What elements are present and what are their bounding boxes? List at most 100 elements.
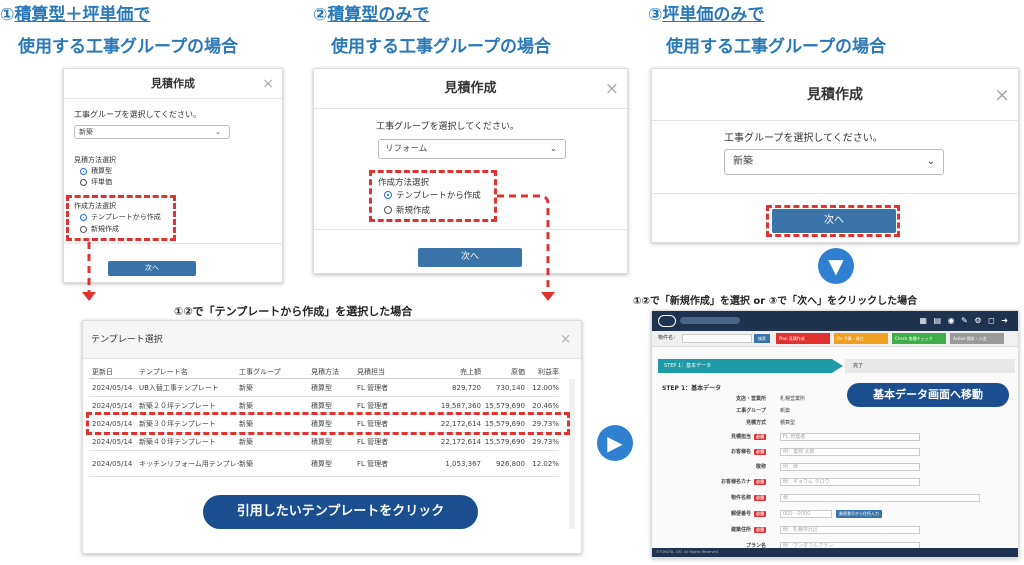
close-icon[interactable]: × [560,321,571,359]
form-row: 建築住所 必須 例：札幌市北区 [660,525,920,534]
col-header: テンプレート名 [139,367,188,376]
cell-sales: 1,053,367 [445,459,481,468]
form-row: 見積担当 必須 FL 管理者 [660,432,920,441]
col-header: 工事グループ [239,367,281,376]
field-input[interactable]: 000 - 0000 [780,509,832,518]
field-label: お客様名 必須 [730,449,766,455]
field-input[interactable]: 例：様 [780,462,920,471]
form-row: 見積方式 積算型 [660,418,795,427]
search-label: 物件名： [658,335,679,341]
table-row[interactable]: 2024/05/14 UB入替工事テンプレート 新築 積算型 FL 管理者 82… [89,379,559,397]
arrow-head [82,292,96,301]
table-row[interactable]: 2024/05/14 新築４０坪テンプレート 新築 積算型 FL 管理者 22,… [89,433,559,451]
cell-group: 新築 [239,401,253,410]
field-label: 敬称 [755,464,766,470]
field-label: 見積方式 [745,420,766,426]
required-badge: 必須 [754,434,766,440]
field-input[interactable]: FL 管理者 [780,432,920,441]
cell-sales: 829,720 [452,383,481,392]
cell-date: 2024/05/14 [92,437,133,446]
required-badge: 必須 [754,479,766,485]
arrow-right-icon: ▶ [597,425,633,461]
required-badge: 必須 [754,449,766,455]
cell-owner: FL 管理者 [357,459,389,468]
cell-group: 新築 [239,459,253,468]
field-value: 新築 [780,408,791,414]
connector-line [497,194,550,292]
col-header: 見積方法 [311,367,339,376]
cell-date: 2024/05/14 [92,383,133,392]
required-badge: 必須 [754,511,766,517]
col-header: 見積担当 [357,367,385,376]
field-value: 札幌営業所 [780,396,806,402]
cell-name: 新築４０坪テンプレート [139,437,216,446]
cell-group: 新築 [239,437,253,446]
modal-title: テンプレート選択 [91,335,163,345]
cell-owner: FL 管理者 [357,437,389,446]
cell-owner: FL 管理者 [357,383,389,392]
field-label: 支店・営業所 [735,396,766,402]
cell-margin: 20.46% [532,401,559,410]
cell-name: UB入替工事テンプレート [139,383,219,392]
cell-name: 新築２０坪テンプレート [139,401,216,410]
toolbar-icons[interactable]: ▦ ▤ ◉ ✎ ⚙ ◻ ➜ [919,316,1010,325]
cell-group: 新築 [239,383,253,392]
tab-action[interactable]: Action 請求・入金 [950,333,1004,344]
cell-name: キッチンリフォーム用テンプレート [139,459,239,468]
field-input[interactable]: 例：札幌市北区 [780,525,920,534]
cell-cost: 15,579,690 [484,401,525,410]
footer: ©TOKUTA, LTD. All Rights Reserved. [652,548,1018,557]
tab-do[interactable]: Do 予算・発注 [834,333,888,344]
cell-cost: 15,579,690 [484,437,525,446]
cell-margin: 12.02% [532,459,559,468]
search-bar: 物件名： 検索 Plan 見積作成 Do 予算・発注 Check 各種チェック … [652,331,1018,347]
section-title: STEP 1：基本データ [662,385,722,392]
note-template-case: ①②で「テンプレートから作成」を選択した場合 [174,305,413,318]
cell-sales: 22,172,614 [440,437,481,446]
arrow-down-icon: ▼ [818,248,854,284]
form-row: 敬称 例：様 [660,462,920,471]
field-label: 物件名称 必須 [730,495,766,501]
callout-click-template: 引用したいテンプレートをクリック [203,495,478,529]
field-label: お客様名カナ 必須 [720,479,766,485]
cell-sales: 19,587,360 [440,401,481,410]
field-value: 積算型 [780,420,796,426]
tab-check[interactable]: Check 各種チェック [892,333,946,344]
search-button[interactable]: 検索 [754,334,770,343]
cell-cost: 730,140 [496,383,525,392]
field-input[interactable]: 例：ギョウム タロウ [780,477,920,486]
form-row: 物件名称 必須 様 [660,493,980,502]
field-label: 見積担当 必須 [730,434,766,440]
required-badge: 必須 [754,527,766,533]
zip-lookup-button[interactable]: 郵便番号から住所入力 [836,509,882,518]
callout-move-basic: 基本データ画面へ移動 [847,383,1009,407]
form-row: 支店・営業所 札幌営業所 [660,394,805,403]
cell-margin: 12.00% [532,383,559,392]
cell-method: 積算型 [311,401,332,410]
field-input[interactable]: 例：業務 太郎 [780,447,920,456]
col-header: 利益率 [538,367,559,376]
col-header: 売上額 [460,367,481,376]
step-indicator-active: STEP 1：基本データ [658,359,843,373]
cell-owner: FL 管理者 [357,401,389,410]
required-badge: 必須 [754,495,766,501]
logo-icon [658,315,676,327]
field-input[interactable]: 様 [780,493,980,502]
col-header: 原価 [511,367,525,376]
basic-data-screen: ▦ ▤ ◉ ✎ ⚙ ◻ ➜ 物件名： 検索 Plan 見積作成 Do 予算・発注… [651,310,1019,558]
scrollbar[interactable] [569,379,575,529]
form-row: お客様名 必須 例：業務 太郎 [660,447,920,456]
form-row: お客様名カナ 必須 例：ギョウム タロウ [660,477,920,486]
field-label: 郵便番号 必須 [730,511,766,517]
app-header: ▦ ▤ ◉ ✎ ⚙ ◻ ➜ [652,311,1018,331]
search-input[interactable] [682,334,752,343]
tab-plan[interactable]: Plan 見積作成 [776,333,830,344]
field-label: 建築住所 必須 [730,527,766,533]
highlight-template-row [86,412,570,435]
template-select-modal: テンプレート選択 × 更新日 テンプレート名 工事グループ 見積方法 見積担当 … [82,320,582,554]
col-header: 更新日 [92,367,113,376]
table-row[interactable]: 2024/05/14 キッチンリフォーム用テンプレート 新築 積算型 FL 管理… [89,451,559,477]
cell-margin: 29.73% [532,437,559,446]
cell-date: 2024/05/14 [92,401,133,410]
step-indicator-done: 完了 [845,359,1015,373]
